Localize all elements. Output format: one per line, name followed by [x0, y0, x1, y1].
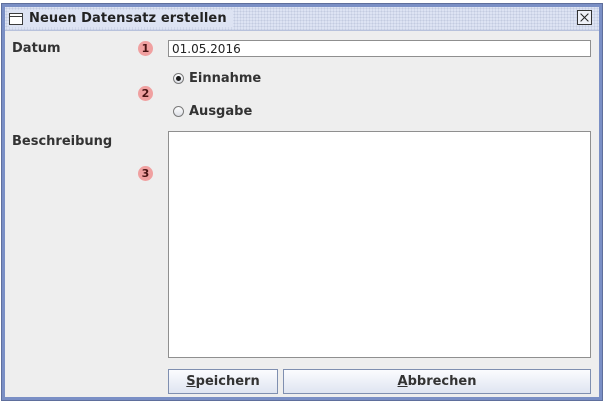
save-mnemonic: S [186, 374, 196, 389]
beschreibung-label: Beschreibung [12, 134, 113, 149]
title-bar[interactable]: Neuen Datensatz erstellen [5, 7, 599, 31]
radio-einnahme-label: Einnahme [189, 71, 262, 86]
radio-ausgabe-label: Ausgabe [189, 104, 253, 119]
radio-button-unchecked[interactable] [173, 106, 184, 117]
badge-3: 3 [138, 166, 153, 181]
save-button[interactable]: Speichern [168, 369, 278, 394]
window-title: Neuen Datensatz erstellen [29, 11, 227, 26]
save-label-rest: peichern [195, 374, 260, 389]
cancel-button[interactable]: Abbrechen [283, 369, 591, 394]
radio-button-checked[interactable] [173, 73, 184, 84]
datum-label: Datum [12, 41, 61, 56]
dialog-window: Neuen Datensatz erstellen Datum 1 2 Einn… [2, 4, 602, 400]
badge-1: 1 [138, 41, 153, 56]
title-group: Neuen Datensatz erstellen [9, 10, 233, 27]
badge-2: 2 [138, 86, 153, 101]
radio-ausgabe[interactable]: Ausgabe [173, 104, 252, 119]
cancel-mnemonic: A [397, 374, 408, 389]
beschreibung-textarea[interactable] [168, 131, 591, 358]
radio-einnahme[interactable]: Einnahme [173, 71, 261, 86]
datum-field[interactable] [168, 40, 591, 57]
cancel-label-rest: bbrechen [407, 374, 477, 389]
close-icon[interactable] [577, 10, 592, 25]
window-icon [9, 12, 23, 25]
